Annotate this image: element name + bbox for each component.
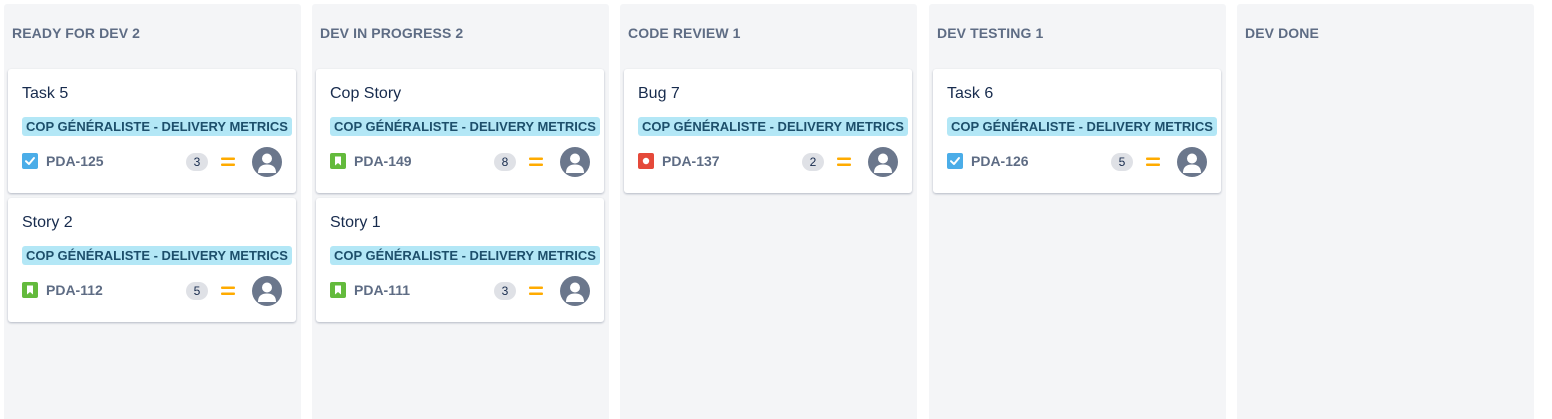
issue-card[interactable]: Cop Story COP GÉNÉRALISTE - DELIVERY MET…: [316, 69, 604, 193]
column-issue-count: 2: [132, 25, 141, 41]
column-issue-count: 2: [455, 25, 464, 41]
column-title: READY FOR DEV: [12, 25, 129, 41]
issue-summary[interactable]: Task 6: [947, 85, 993, 103]
unassigned-avatar[interactable]: [868, 147, 898, 177]
epic-label[interactable]: COP GÉNÉRALISTE - DELIVERY METRICS: [22, 117, 292, 136]
priority-medium-icon: [529, 157, 543, 166]
priority-medium-icon: [529, 286, 543, 295]
kanban-board: READY FOR DEV 2 Task 5 COP GÉNÉRALISTE - …: [0, 0, 1552, 419]
issue-card[interactable]: Story 1 COP GÉNÉRALISTE - DELIVERY METRI…: [316, 198, 604, 322]
column-header: READY FOR DEV 2: [12, 25, 140, 41]
column-header: DEV TESTING 1: [937, 25, 1043, 41]
column-header: DEV DONE: [1245, 25, 1323, 41]
column-title: DEV DONE: [1245, 25, 1319, 41]
epic-label[interactable]: COP GÉNÉRALISTE - DELIVERY METRICS: [638, 117, 908, 136]
card-footer: PDA-137 2: [638, 147, 898, 177]
epic-label[interactable]: COP GÉNÉRALISTE - DELIVERY METRICS: [330, 246, 600, 265]
story-points-badge: 8: [494, 153, 516, 171]
epic-label[interactable]: COP GÉNÉRALISTE - DELIVERY METRICS: [947, 117, 1217, 136]
story-points-badge: 5: [186, 282, 208, 300]
issue-key-link[interactable]: PDA-149: [354, 153, 412, 169]
unassigned-avatar[interactable]: [1177, 147, 1207, 177]
column-title: CODE REVIEW: [628, 25, 729, 41]
issue-key-link[interactable]: PDA-111: [354, 282, 410, 298]
issue-summary[interactable]: Story 2: [22, 214, 73, 232]
unassigned-avatar[interactable]: [252, 276, 282, 306]
task-checkbox-icon: [22, 153, 38, 169]
unassigned-avatar[interactable]: [252, 147, 282, 177]
issue-card[interactable]: Task 5 COP GÉNÉRALISTE - DELIVERY METRIC…: [8, 69, 296, 193]
unassigned-avatar[interactable]: [560, 276, 590, 306]
issue-key-link[interactable]: PDA-112: [46, 282, 103, 298]
issue-key-link[interactable]: PDA-125: [46, 153, 104, 169]
story-points-badge: 3: [186, 153, 208, 171]
column-title: DEV IN PROGRESS: [320, 25, 452, 41]
issue-summary[interactable]: Task 5: [22, 85, 68, 103]
priority-medium-icon: [221, 286, 235, 295]
column-dev-done: DEV DONE: [1237, 4, 1534, 419]
priority-medium-icon: [221, 157, 235, 166]
issue-card[interactable]: Bug 7 COP GÉNÉRALISTE - DELIVERY METRICS…: [624, 69, 912, 193]
story-points-badge: 5: [1111, 153, 1133, 171]
task-checkbox-icon: [947, 153, 963, 169]
column-title: DEV TESTING: [937, 25, 1032, 41]
priority-medium-icon: [1146, 157, 1160, 166]
card-footer: PDA-126 5: [947, 147, 1207, 177]
column-issue-count: 1: [1035, 25, 1044, 41]
issue-summary[interactable]: Bug 7: [638, 85, 680, 103]
column-header: CODE REVIEW 1: [628, 25, 741, 41]
column-code-review: CODE REVIEW 1 Bug 7 COP GÉNÉRALISTE - DEL…: [620, 4, 917, 419]
column-header: DEV IN PROGRESS 2: [320, 25, 463, 41]
story-bookmark-icon: [330, 153, 346, 169]
story-points-badge: 3: [494, 282, 516, 300]
story-points-badge: 2: [802, 153, 824, 171]
card-footer: PDA-111 3: [330, 276, 590, 306]
issue-key-link[interactable]: PDA-137: [662, 153, 720, 169]
issue-summary[interactable]: Story 1: [330, 214, 381, 232]
epic-label[interactable]: COP GÉNÉRALISTE - DELIVERY METRICS: [22, 246, 292, 265]
card-footer: PDA-112 5: [22, 276, 282, 306]
column-dev-in-progress: DEV IN PROGRESS 2 Cop Story COP GÉNÉRALIS…: [312, 4, 609, 419]
issue-summary[interactable]: Cop Story: [330, 85, 401, 103]
issue-card[interactable]: Story 2 COP GÉNÉRALISTE - DELIVERY METRI…: [8, 198, 296, 322]
issue-card[interactable]: Task 6 COP GÉNÉRALISTE - DELIVERY METRIC…: [933, 69, 1221, 193]
card-footer: PDA-149 8: [330, 147, 590, 177]
unassigned-avatar[interactable]: [560, 147, 590, 177]
column-issue-count: 1: [732, 25, 741, 41]
column-dev-testing: DEV TESTING 1 Task 6 COP GÉNÉRALISTE - DE…: [929, 4, 1226, 419]
column-ready-for-dev: READY FOR DEV 2 Task 5 COP GÉNÉRALISTE - …: [4, 4, 301, 419]
bug-icon: [638, 153, 654, 169]
card-footer: PDA-125 3: [22, 147, 282, 177]
priority-medium-icon: [837, 157, 851, 166]
story-bookmark-icon: [22, 282, 38, 298]
epic-label[interactable]: COP GÉNÉRALISTE - DELIVERY METRICS: [330, 117, 600, 136]
story-bookmark-icon: [330, 282, 346, 298]
issue-key-link[interactable]: PDA-126: [971, 153, 1029, 169]
